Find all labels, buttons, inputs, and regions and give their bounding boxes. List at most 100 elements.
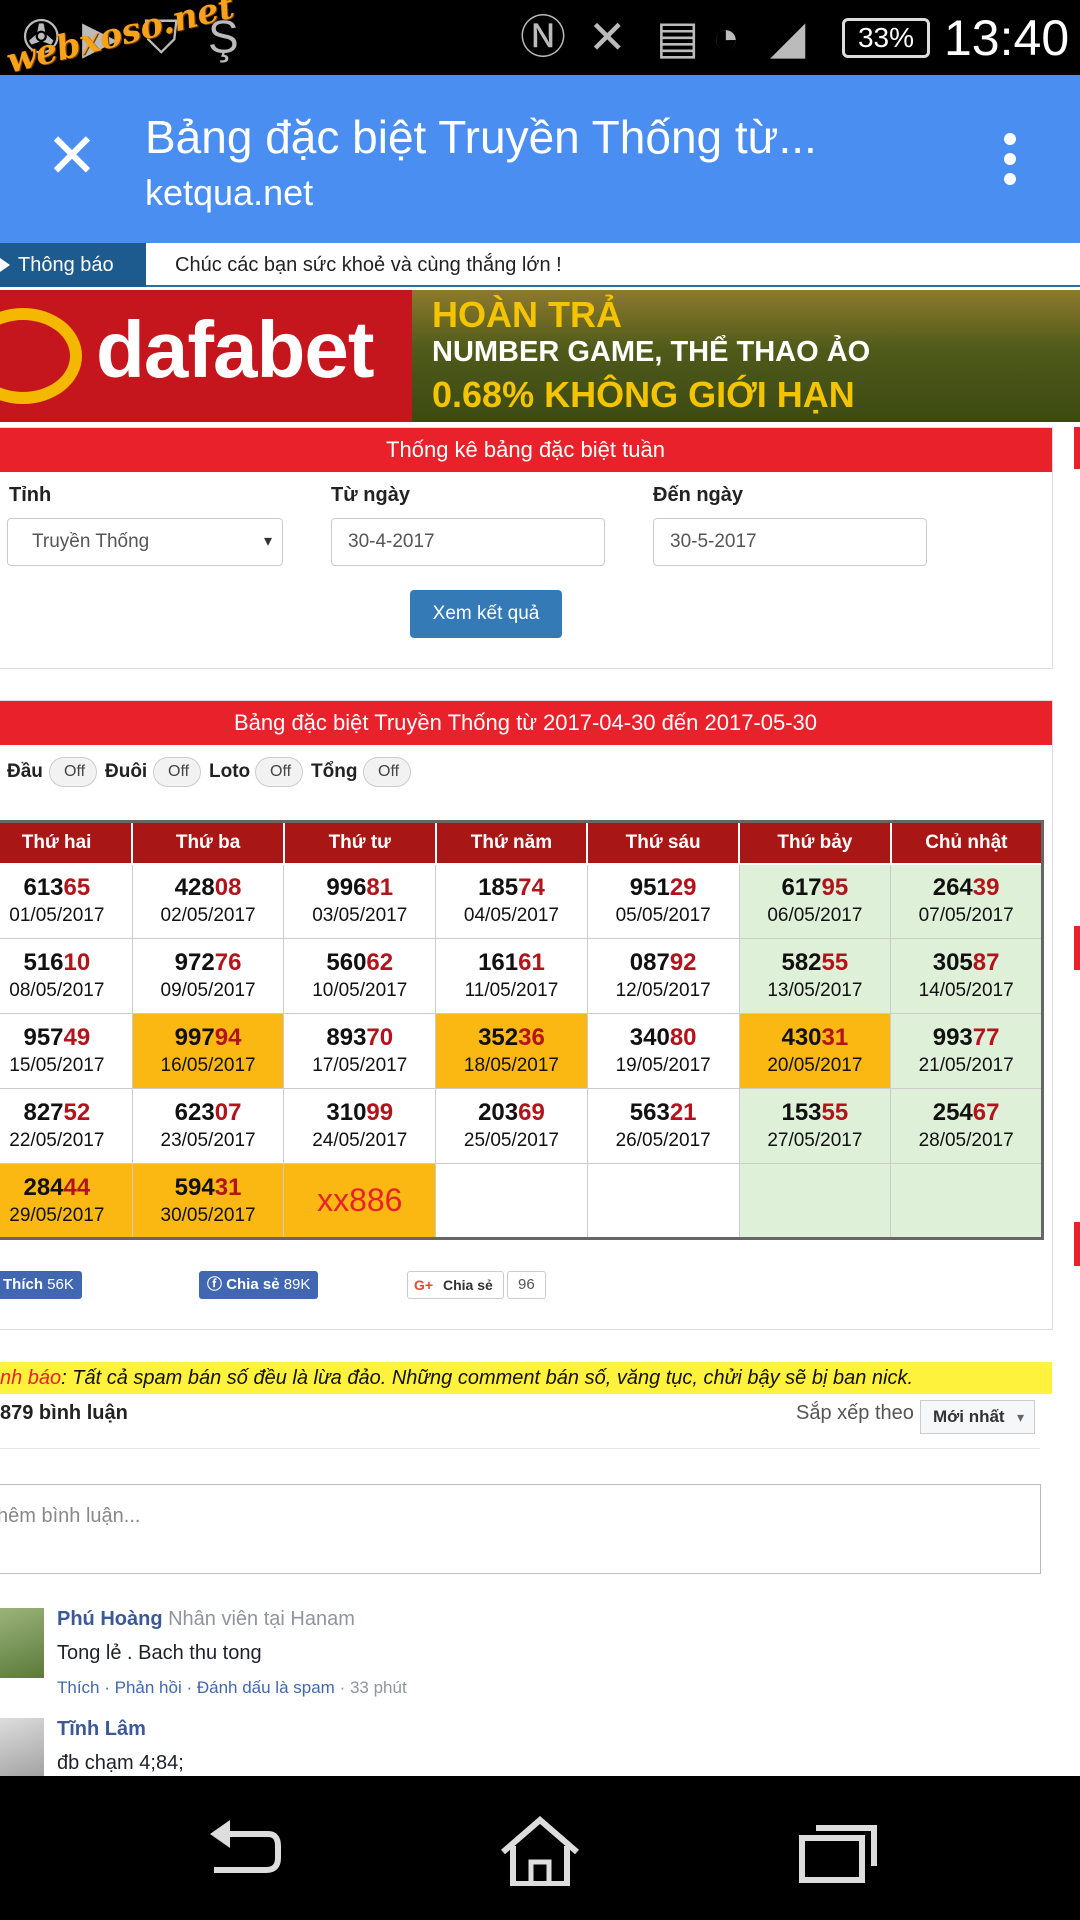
result-number: 99377 <box>891 1023 1041 1053</box>
result-number: 30587 <box>891 948 1041 978</box>
result-number-tail: 67 <box>972 1099 1000 1126</box>
result-date: 08/05/2017 <box>9 980 105 1001</box>
result-cell: 61795 06/05/2017 <box>738 863 892 939</box>
banner-line-2: NUMBER GAME, THỂ THAO ẢO <box>432 336 871 368</box>
gplus-share-button[interactable]: G+ Chia sẻ <box>407 1271 504 1299</box>
result-number-tail: 80 <box>669 1024 697 1051</box>
table-row: 61365 01/05/2017 42808 02/05/2017 99681 03/05… <box>0 863 1043 939</box>
filter-panel: Thống kê bảng đặc biệt tuần Tỉnh Từ ngày… <box>0 427 1053 669</box>
recent-apps-icon[interactable] <box>794 1816 884 1886</box>
ad-banner[interactable]: dafabet HOÀN TRẢ NUMBER GAME, THỂ THAO Ả… <box>0 290 1080 422</box>
result-number-head: 993 <box>932 1024 973 1051</box>
comment-author[interactable]: Phú Hoàng Nhân viên tại Hanam <box>57 1608 355 1631</box>
day-header: Chủ nhật <box>889 820 1044 865</box>
result-date: 28/05/2017 <box>918 1130 1014 1151</box>
result-number: 82752 <box>0 1098 132 1128</box>
comment-action-links[interactable]: Thích · Phản hồi · Đánh dấu là spam <box>57 1678 335 1697</box>
result-number: 42808 <box>133 873 284 903</box>
vibrate-off-icon: ✕ <box>588 11 627 63</box>
result-number: 08792 <box>588 948 739 978</box>
comment-author-name[interactable]: Tĩnh Lâm <box>57 1718 146 1741</box>
toggle-tong[interactable]: Off <box>363 757 411 787</box>
view-results-button[interactable]: Xem kết quả <box>410 590 562 638</box>
result-date: 10/05/2017 <box>312 980 408 1001</box>
result-number-head: 613 <box>23 874 64 902</box>
day-header: Thứ năm <box>434 820 589 865</box>
result-date: 16/05/2017 <box>160 1055 256 1076</box>
filter-panel-title: Thống kê bảng đặc biệt tuần <box>0 428 1052 472</box>
divider <box>0 1448 1040 1449</box>
back-icon[interactable] <box>196 1816 286 1886</box>
result-cell: 34080 19/05/2017 <box>586 1013 740 1089</box>
result-number-tail: 31 <box>821 1024 849 1051</box>
result-number: 99794 <box>133 1023 284 1053</box>
result-number-head: 996 <box>326 874 367 902</box>
result-number-tail: 99 <box>366 1099 394 1126</box>
toggle-label-duoi: Đuôi <box>105 761 148 782</box>
results-panel: Bảng đặc biệt Truyền Thống từ 2017-04-30… <box>0 700 1053 1330</box>
result-number-head: 594 <box>174 1173 215 1201</box>
day-header: Thứ ba <box>131 820 285 865</box>
result-date: 24/05/2017 <box>312 1130 408 1151</box>
comment-author-name[interactable]: Phú Hoàng <box>57 1608 163 1630</box>
sort-label: Sắp xếp theo <box>796 1402 914 1424</box>
result-number-tail: 65 <box>63 874 91 902</box>
table-header-row: Thứ hai Thứ ba Thứ tư Thứ năm Thứ sáu Thứ bảy… <box>0 820 1044 865</box>
notice-text: Chúc các bạn sức khoẻ và cùng thắng lớn … <box>175 254 562 276</box>
result-number: 56062 <box>284 948 435 978</box>
facebook-like-button[interactable]: Thích 56K <box>0 1271 82 1299</box>
result-number: 28444 <box>0 1173 132 1203</box>
result-number-tail: 87 <box>972 949 1000 976</box>
banner-logo-text: dafabet <box>96 305 374 394</box>
result-date: 25/05/2017 <box>463 1130 559 1151</box>
result-number-head: 430 <box>781 1024 822 1051</box>
province-select[interactable]: Truyền Thống <box>7 518 283 566</box>
result-cell: 99681 03/05/2017 <box>283 863 437 939</box>
avatar[interactable] <box>0 1608 44 1678</box>
result-cell: 99377 21/05/2017 <box>890 1013 1043 1089</box>
result-date: 15/05/2017 <box>9 1055 105 1076</box>
close-icon[interactable]: ✕ <box>40 125 104 189</box>
result-number-tail: 69 <box>518 1099 545 1126</box>
banner-promo-area: HOÀN TRẢ NUMBER GAME, THỂ THAO ẢO 0.68% … <box>412 290 1080 422</box>
toggle-duoi[interactable]: Off <box>153 757 201 787</box>
result-cell: 89370 17/05/2017 <box>283 1013 437 1089</box>
share-count: 89K <box>283 1276 311 1293</box>
result-number: 61365 <box>0 873 132 903</box>
toggle-dau[interactable]: Off <box>49 757 97 787</box>
comment-list: Phú Hoàng Nhân viên tại Hanam Tong lẻ . … <box>0 1600 1060 1788</box>
result-cell: 25467 28/05/2017 <box>890 1088 1043 1164</box>
result-number-tail: 92 <box>669 949 697 976</box>
result-number-head: 153 <box>781 1099 822 1126</box>
overflow-menu-icon[interactable] <box>990 129 1034 189</box>
facebook-share-button[interactable]: ⓕ Chia sẻ 89K <box>199 1271 319 1299</box>
comment-actions[interactable]: Thích · Phản hồi · Đánh dấu là spam · 33… <box>57 1678 407 1698</box>
banner-logo-area: dafabet <box>0 290 412 422</box>
share-label: Chia sẻ <box>226 1276 280 1293</box>
sort-select[interactable]: Mới nhất <box>920 1400 1035 1434</box>
result-cell: 58255 13/05/2017 <box>738 938 892 1014</box>
result-number-tail: 70 <box>366 1024 394 1051</box>
from-date-input[interactable]: 30-4-2017 <box>331 518 605 566</box>
comment-text: đb chạm 4;84; <box>57 1752 184 1774</box>
result-cell: 51610 08/05/2017 <box>0 938 133 1014</box>
result-number-tail: 77 <box>972 1024 1000 1051</box>
spam-warning: nh báo: Tất cả spam bán số đều là lừa đả… <box>0 1362 1052 1394</box>
comment-input[interactable]: hêm bình luận... <box>0 1484 1041 1574</box>
app-bar: ✕ Bảng đặc biệt Truyền Thống từ... ketqu… <box>0 75 1080 243</box>
home-icon[interactable] <box>495 1816 585 1886</box>
result-number-head: 352 <box>478 1024 519 1051</box>
toggle-loto[interactable]: Off <box>255 757 303 787</box>
result-number: 56321 <box>588 1098 739 1128</box>
to-date-input[interactable]: 30-5-2017 <box>653 518 927 566</box>
result-date: 27/05/2017 <box>767 1130 863 1151</box>
result-number-tail: 49 <box>63 1024 91 1051</box>
result-cell: 15355 27/05/2017 <box>738 1088 892 1164</box>
result-number: 97276 <box>133 948 284 978</box>
result-number: 95129 <box>588 873 739 903</box>
result-number-tail: 29 <box>669 874 697 902</box>
result-number-tail: 95 <box>821 874 849 902</box>
result-cell: 16161 11/05/2017 <box>435 938 588 1014</box>
result-cell: 62307 23/05/2017 <box>131 1088 285 1164</box>
result-number: 35236 <box>436 1023 587 1053</box>
